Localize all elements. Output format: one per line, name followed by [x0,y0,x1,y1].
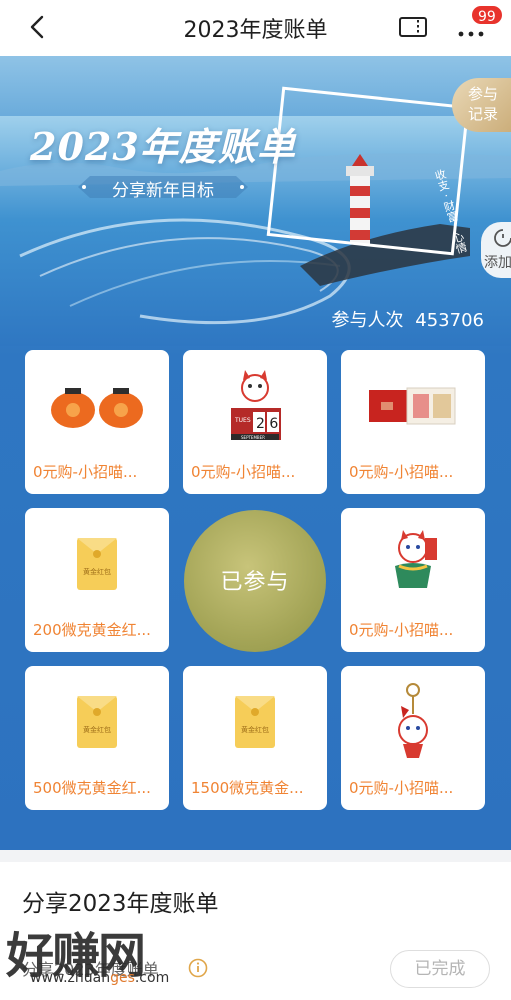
prize-cell-4[interactable]: 黄金红包 200微克黄金红... [25,508,169,652]
watermark-url-pre: www.zhuan [30,970,111,986]
calendar-cat-icon: TUES 2 6 SEPTEMBER [231,370,281,440]
hero-subtitle-ribbon: 分享新年目标 [78,172,248,202]
prize-cell-5[interactable]: 0元购-小招喵... [341,508,485,652]
prize-cell-7[interactable]: 黄金红包 1500微克黄金... [183,666,327,810]
envelope-text: 黄金红包 [83,567,111,576]
watermark-url: www.zhuanges.com [30,970,169,986]
joined-button[interactable]: 已参与 [184,510,326,652]
nav-bar: 2023年度账单 99 [0,0,511,56]
calendar-day-text: TUES [234,417,251,424]
prize-label: 200微克黄金红... [33,621,151,639]
records-button[interactable]: 参与 记录 [452,78,511,132]
records-label-line2: 记录 [467,105,498,123]
envelope-text: 黄金红包 [241,725,269,734]
joined-label: 已参与 [220,570,290,595]
keychain-icon [398,683,428,758]
gold-envelope-icon: 黄金红包 [77,696,117,748]
prize-cell-1[interactable]: 0元购-小招喵... [25,350,169,494]
participants-label: 参与人次 [331,310,404,331]
clock-add-icon [494,229,511,247]
prize-cell-2[interactable]: TUES 2 6 SEPTEMBER 0元购-小招喵... [183,350,327,494]
hero-title: 2023年度账单 [30,124,296,169]
prize-cell-3[interactable]: 0元购-小招喵... [341,350,485,494]
prize-label: 0元购-小招喵... [33,463,138,481]
calendar-date-text: 2 6 [256,416,278,432]
prize-label: 0元购-小招喵... [349,463,454,481]
persimmon-pair-icon [51,388,143,428]
watermark: 好赚网 www.zhuanges.com [0,910,200,1000]
add-button[interactable]: 添加 [481,222,511,278]
notebook-icon [369,387,456,425]
envelope-text: 黄金红包 [83,725,111,734]
ticket-icon[interactable] [398,14,428,40]
watermark-url-post: .com [134,970,170,986]
notification-badge: 99 [470,4,504,26]
prize-label: 1500微克黄金... [191,779,304,797]
add-label: 添加 [484,255,511,271]
page: 2023年度账单 99 收支 · 财富 · 心情 2023年度账单 分享新年目标… [0,0,511,1000]
hero-banner: 收支 · 财富 · 心情 2023年度账单 分享新年目标 参与 记录 添加 参与… [0,56,511,850]
cat-figurine-icon [395,530,437,588]
calendar-month-text: SEPTEMBER [241,435,265,440]
participants-count: 参与人次 453706 [332,306,484,332]
prize-label: 0元购-小招喵... [349,621,454,639]
watermark-url-mid: ges [110,970,135,986]
page-title: 2023年度账单 [183,18,328,43]
hero-subtitle: 分享新年目标 [112,181,214,201]
prize-label: 0元购-小招喵... [191,463,296,481]
prize-cell-6[interactable]: 黄金红包 500微克黄金红... [25,666,169,810]
task-done-button[interactable]: 已完成 [390,950,490,988]
participants-number: 453706 [415,310,484,331]
records-label-line1: 参与 [467,85,498,103]
gold-envelope-icon: 黄金红包 [77,538,117,590]
gold-envelope-icon: 黄金红包 [235,696,275,748]
prize-label: 0元购-小招喵... [349,779,454,797]
prize-label: 500微克黄金红... [33,779,151,797]
prize-cell-8[interactable]: 0元购-小招喵... [341,666,485,810]
